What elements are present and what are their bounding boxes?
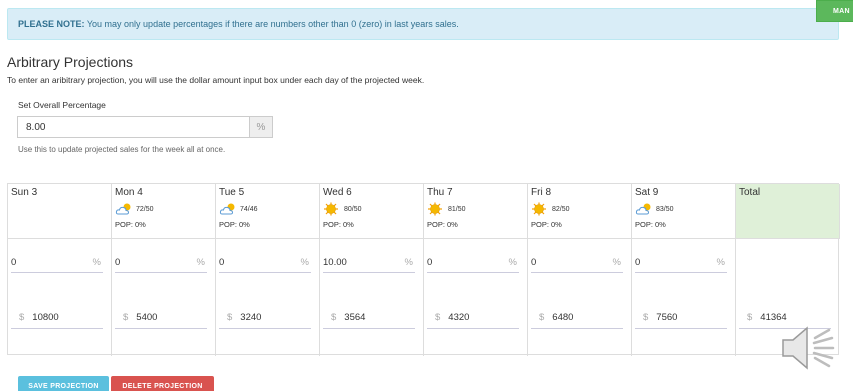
percent-input[interactable]: 0%: [219, 253, 311, 273]
dollar-sign: $: [539, 312, 545, 323]
percent-sign: %: [508, 257, 517, 268]
day-label: Thu 7: [427, 187, 453, 198]
speaker-icon[interactable]: [781, 322, 837, 374]
percent-value: 0: [115, 257, 121, 268]
amount-value: 3240: [240, 312, 262, 323]
percent-value: 0: [635, 257, 641, 268]
percent-sign: %: [92, 257, 101, 268]
day-inputs: 0% $4320: [424, 239, 528, 356]
percent-input[interactable]: 0%: [531, 253, 623, 273]
temperature: 80/50: [344, 205, 362, 213]
percent-value: 0: [427, 257, 433, 268]
day-header: Fri 8 82/50 POP: 0%: [528, 184, 632, 239]
dollar-sign: $: [747, 312, 753, 323]
projection-grid: Sun 3 Mon 4 72/50 POP: 0% Tue 5 74/46 PO…: [7, 183, 840, 356]
day-header: Sun 3: [8, 184, 112, 239]
section-title: Arbitrary Projections: [7, 54, 134, 70]
precipitation: POP: 0%: [531, 220, 562, 229]
day-label: Wed 6: [323, 187, 352, 198]
percent-sign: %: [300, 257, 309, 268]
temperature: 81/50: [448, 205, 466, 213]
amount-input[interactable]: $6480: [531, 308, 623, 329]
percent-sign: %: [716, 257, 725, 268]
precipitation: POP: 0%: [427, 220, 458, 229]
percent-input[interactable]: 0%: [115, 253, 207, 273]
day-header: Sat 9 83/50 POP: 0%: [632, 184, 736, 239]
dollar-sign: $: [227, 312, 233, 323]
amount-value: 7560: [656, 312, 678, 323]
sun-icon: [428, 202, 442, 216]
day-label: Sun 3: [11, 187, 38, 198]
dollar-sign: $: [19, 312, 25, 323]
amount-input[interactable]: $3564: [323, 308, 415, 329]
total-label: Total: [739, 187, 761, 198]
day-inputs: 0% $10800: [8, 239, 112, 356]
day-label: Tue 5: [219, 187, 245, 198]
amount-input[interactable]: $3240: [219, 308, 311, 329]
note-label: PLEASE NOTE:: [18, 19, 85, 29]
amount-input[interactable]: $10800: [11, 308, 103, 329]
percent-value: 0: [219, 257, 225, 268]
partly-cloudy-icon: [219, 203, 235, 215]
amount-value: 10800: [32, 312, 59, 323]
dollar-sign: $: [643, 312, 649, 323]
day-inputs: 0% $6480: [528, 239, 632, 356]
percent-input[interactable]: 0%: [635, 253, 727, 273]
day-header: Tue 5 74/46 POP: 0%: [216, 184, 320, 239]
amount-input[interactable]: $5400: [115, 308, 207, 329]
overall-percentage-input[interactable]: 8.00: [17, 116, 249, 138]
amount-value: 5400: [136, 312, 158, 323]
sun-icon: [532, 202, 546, 216]
day-label: Mon 4: [115, 187, 143, 198]
overall-percentage-help: Use this to update projected sales for t…: [18, 145, 226, 154]
note-alert: PLEASE NOTE: You may only update percent…: [7, 8, 839, 40]
percent-value: 10.00: [323, 257, 347, 268]
dollar-sign: $: [123, 312, 129, 323]
day-label: Sat 9: [635, 187, 659, 198]
percent-input[interactable]: 0%: [427, 253, 519, 273]
dollar-sign: $: [331, 312, 337, 323]
temperature: 72/50: [136, 205, 154, 213]
amount-value: 3564: [344, 312, 366, 323]
day-header: Thu 7 81/50 POP: 0%: [424, 184, 528, 239]
percent-addon: %: [249, 116, 273, 138]
partly-cloudy-icon: [115, 203, 131, 215]
percent-input[interactable]: 10.00%: [323, 253, 415, 273]
total-header: Total: [736, 184, 840, 239]
section-subtitle: To enter an aribitrary projection, you w…: [7, 75, 425, 85]
dollar-sign: $: [435, 312, 441, 323]
day-label: Fri 8: [531, 187, 551, 198]
day-inputs: 0% $5400: [112, 239, 216, 356]
day-inputs: 10.00% $3564: [320, 239, 424, 356]
manage-button[interactable]: MAN: [816, 0, 853, 22]
day-header: Wed 6 80/50 POP: 0%: [320, 184, 424, 239]
percent-sign: %: [404, 257, 413, 268]
temperature: 74/46: [240, 205, 258, 213]
temperature: 83/50: [656, 205, 674, 213]
sun-icon: [324, 202, 338, 216]
delete-projection-button[interactable]: DELETE PROJECTION: [111, 376, 214, 391]
percent-sign: %: [612, 257, 621, 268]
percent-sign: %: [196, 257, 205, 268]
overall-percentage-label: Set Overall Percentage: [18, 100, 106, 110]
precipitation: POP: 0%: [115, 220, 146, 229]
amount-input[interactable]: $7560: [635, 308, 727, 329]
amount-value: 6480: [552, 312, 574, 323]
amount-input[interactable]: $4320: [427, 308, 519, 329]
precipitation: POP: 0%: [219, 220, 250, 229]
percent-value: 0: [531, 257, 537, 268]
percent-input[interactable]: 0%: [11, 253, 103, 273]
amount-value: 4320: [448, 312, 470, 323]
partly-cloudy-icon: [635, 203, 651, 215]
percent-value: 0: [11, 257, 17, 268]
precipitation: POP: 0%: [323, 220, 354, 229]
day-header: Mon 4 72/50 POP: 0%: [112, 184, 216, 239]
note-text: You may only update percentages if there…: [84, 19, 459, 29]
temperature: 82/50: [552, 205, 570, 213]
day-inputs: 0% $7560: [632, 239, 736, 356]
save-projection-button[interactable]: SAVE PROJECTION: [18, 376, 109, 391]
day-inputs: 0% $3240: [216, 239, 320, 356]
precipitation: POP: 0%: [635, 220, 666, 229]
